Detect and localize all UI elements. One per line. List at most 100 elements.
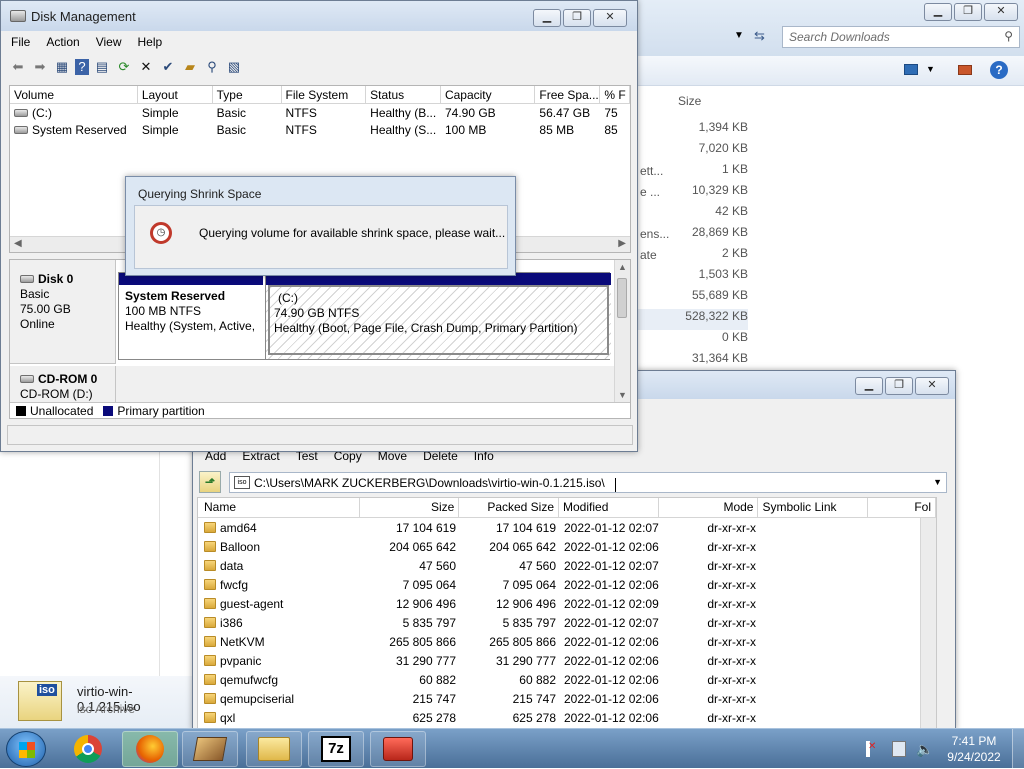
tray-network-icon[interactable] xyxy=(892,741,906,757)
menu-file[interactable]: File xyxy=(11,35,30,49)
folder-icon xyxy=(204,597,216,609)
volume-row[interactable]: (C:) Simple Basic NTFS Healthy (B... 74.… xyxy=(10,104,630,121)
zip-vertical-scrollbar[interactable] xyxy=(920,518,936,728)
column-name[interactable]: Name xyxy=(198,498,360,517)
column-packed-size[interactable]: Packed Size xyxy=(459,498,560,517)
taskbar-paint[interactable] xyxy=(182,731,238,767)
maximize-button[interactable]: ❐ xyxy=(885,377,913,395)
taskbar-chrome[interactable] xyxy=(60,731,116,767)
close-button[interactable]: ✕ xyxy=(915,377,949,395)
show-desktop-button[interactable] xyxy=(1012,729,1024,769)
refresh-icon[interactable]: ⟳ xyxy=(115,58,133,76)
search-icon[interactable]: ⚲ xyxy=(203,58,221,76)
path-dropdown-icon[interactable]: ▼ xyxy=(933,477,942,487)
search-input[interactable]: Search Downloads xyxy=(789,30,890,44)
path-bar[interactable]: iso C:\Users\MARK ZUCKERBERG\Downloads\v… xyxy=(229,472,947,493)
table-row[interactable]: data 47 560 47 560 2022-01-12 02:07 dr-x… xyxy=(198,556,936,575)
export-icon[interactable]: ▧ xyxy=(225,58,243,76)
taskbar-firefox[interactable] xyxy=(122,731,178,767)
table-row[interactable]: guest-agent 12 906 496 12 906 496 2022-0… xyxy=(198,594,936,613)
row-name: amd64 xyxy=(220,520,257,535)
view-icon[interactable] xyxy=(904,64,918,75)
table-row[interactable]: qemufwcfg 60 882 60 882 2022-01-12 02:06… xyxy=(198,670,936,689)
taskbar-toolbox[interactable] xyxy=(370,731,426,767)
forward-arrow-icon[interactable]: ➡ xyxy=(31,58,49,76)
maximize-button[interactable]: ❐ xyxy=(954,3,982,21)
open-folder-icon[interactable]: ▰ xyxy=(181,58,199,76)
tray-flag-icon[interactable]: ✕ xyxy=(866,741,880,757)
list-item-size: 1,503 KB xyxy=(698,267,748,281)
scroll-left-icon[interactable]: ◀ xyxy=(14,238,22,249)
search-box[interactable]: Search Downloads ⚲ xyxy=(782,26,1020,48)
show-hide-tree-icon[interactable]: ▦ xyxy=(53,58,71,76)
graphical-vscrollbar[interactable]: ▲ ▼ xyxy=(614,260,630,402)
column-symbolic-link[interactable]: Symbolic Link xyxy=(758,498,869,517)
scroll-up-icon[interactable]: ▲ xyxy=(618,262,627,272)
column-modified[interactable]: Modified xyxy=(559,498,659,517)
column-size[interactable]: Size xyxy=(360,498,460,517)
maximize-button[interactable]: ❐ xyxy=(563,9,591,27)
path-input[interactable]: C:\Users\MARK ZUCKERBERG\Downloads\virti… xyxy=(254,476,605,490)
partition-system-reserved[interactable]: System Reserved 100 MB NTFS Healthy (Sys… xyxy=(119,273,263,359)
menu-help[interactable]: Help xyxy=(138,35,163,49)
check-icon[interactable]: ✔ xyxy=(159,58,177,76)
disk0-info[interactable]: Disk 0 Basic 75.00 GB Online xyxy=(10,260,116,364)
partition-bar: System Reserved 100 MB NTFS Healthy (Sys… xyxy=(118,272,611,360)
close-button[interactable]: ✕ xyxy=(984,3,1018,21)
row-size: 204 065 642 xyxy=(389,539,456,554)
scroll-thumb[interactable] xyxy=(617,278,627,318)
partition-c[interactable]: (C:) 74.90 GB NTFS Healthy (Boot, Page F… xyxy=(265,273,611,359)
help-icon[interactable]: ? xyxy=(75,59,89,75)
up-folder-button[interactable]: ⬏ xyxy=(199,471,221,493)
volume-row[interactable]: System Reserved Simple Basic NTFS Health… xyxy=(10,121,630,138)
taskbar-7zip[interactable]: 7z xyxy=(308,731,364,767)
start-button[interactable] xyxy=(6,731,46,767)
scroll-right-icon[interactable]: ▶ xyxy=(618,238,626,249)
column-percent-free[interactable]: % F xyxy=(600,86,630,103)
table-row[interactable]: qxl 625 278 625 278 2022-01-12 02:06 dr-… xyxy=(198,708,936,727)
view-dropdown-icon[interactable]: ▼ xyxy=(926,64,935,74)
back-dropdown-icon[interactable]: ▼ xyxy=(734,30,744,41)
table-row[interactable]: fwcfg 7 095 064 7 095 064 2022-01-12 02:… xyxy=(198,575,936,594)
clock[interactable]: 7:41 PM 9/24/2022 xyxy=(944,733,1004,765)
column-folders[interactable]: Fol xyxy=(868,498,936,517)
minimize-button[interactable]: ▁ xyxy=(855,377,883,395)
tray-volume-icon[interactable]: 🔈 xyxy=(916,741,933,758)
refresh-icon[interactable]: ⇆ xyxy=(754,28,765,44)
help-icon[interactable]: ? xyxy=(990,61,1008,79)
column-type[interactable]: Type xyxy=(213,86,282,103)
column-file-system[interactable]: File System xyxy=(282,86,367,103)
table-row[interactable]: qemupciserial 215 747 215 747 2022-01-12… xyxy=(198,689,936,708)
menu-action[interactable]: Action xyxy=(46,35,79,49)
back-arrow-icon[interactable]: ⬅ xyxy=(9,58,27,76)
table-row[interactable]: NetKVM 265 805 866 265 805 866 2022-01-1… xyxy=(198,632,936,651)
table-row[interactable]: i386 5 835 797 5 835 797 2022-01-12 02:0… xyxy=(198,613,936,632)
column-status[interactable]: Status xyxy=(366,86,441,103)
minimize-button[interactable]: ▁ xyxy=(533,9,561,27)
taskbar-explorer[interactable] xyxy=(246,731,302,767)
row-packed: 7 095 064 xyxy=(502,577,556,592)
column-volume[interactable]: Volume xyxy=(10,86,138,103)
search-icon[interactable]: ⚲ xyxy=(1004,29,1013,43)
cdrom-info[interactable]: CD-ROM 0 CD-ROM (D:) xyxy=(10,366,116,404)
scroll-down-icon[interactable]: ▼ xyxy=(618,390,627,400)
properties-icon[interactable]: ▤ xyxy=(93,58,111,76)
preview-pane-icon[interactable] xyxy=(958,65,972,75)
volume-type: Basic xyxy=(216,105,246,120)
delete-icon[interactable]: ✕ xyxy=(137,58,155,76)
minimize-button[interactable]: ▁ xyxy=(924,3,952,21)
column-free-space[interactable]: Free Spa... xyxy=(535,86,601,103)
close-button[interactable]: ✕ xyxy=(593,9,627,27)
list-item-size: 7,020 KB xyxy=(698,141,748,155)
row-name: guest-agent xyxy=(220,596,284,611)
table-row[interactable]: amd64 17 104 619 17 104 619 2022-01-12 0… xyxy=(198,518,936,537)
column-mode[interactable]: Mode xyxy=(659,498,759,517)
row-modified: 2022-01-12 02:06 xyxy=(564,672,659,687)
table-row[interactable]: pvpanic 31 290 777 31 290 777 2022-01-12… xyxy=(198,651,936,670)
menu-view[interactable]: View xyxy=(96,35,122,49)
table-row[interactable]: Balloon 204 065 642 204 065 642 2022-01-… xyxy=(198,537,936,556)
column-capacity[interactable]: Capacity xyxy=(441,86,536,103)
column-layout[interactable]: Layout xyxy=(138,86,213,103)
folder-icon xyxy=(204,521,216,533)
size-column-header[interactable]: Size xyxy=(678,94,701,108)
